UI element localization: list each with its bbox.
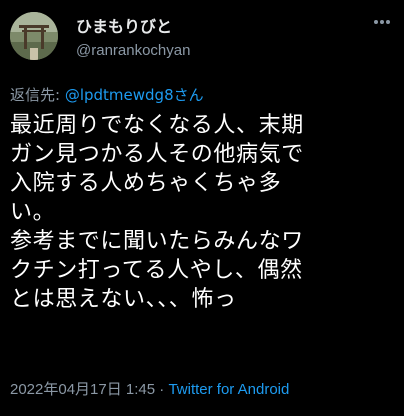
tweet-body: 最近周りでなくなる人、末期 ガン見つかる人その他病気で 入院する人めちゃくちゃ多… [10, 111, 402, 314]
more-options-button[interactable] [372, 12, 392, 32]
tweet-body-line: ガン見つかる人その他病気で [10, 142, 304, 167]
tweet-body-line: い。 [10, 200, 56, 225]
tweet-timestamp[interactable]: 2022年04月17日 1:45 [10, 381, 155, 398]
meta-separator: · [155, 381, 169, 398]
tweet-source-link[interactable]: Twitter for Android [168, 381, 289, 398]
tweet-body-line: 入院する人めちゃくちゃ多 [10, 171, 282, 196]
more-dots-icon [374, 20, 390, 24]
author-avatar[interactable] [10, 12, 58, 60]
reply-mention-link[interactable]: @lpdtmewdg8さん [65, 86, 204, 104]
author-name[interactable]: ひまもりびと [76, 13, 172, 37]
author-handle[interactable]: @ranrankochyan [76, 42, 190, 59]
tweet-body-line: 参考までに聞いたらみんなワ [10, 229, 304, 254]
tweet-meta: 2022年04月17日 1:45 · Twitter for Android [10, 378, 289, 399]
tweet-body-line: 最近周りでなくなる人、末期 [10, 113, 304, 138]
shrine-gate-avatar-icon [10, 12, 58, 60]
tweet-body-line: クチン打ってる人やし、偶然 [10, 258, 303, 283]
reply-context: 返信先: @lpdtmewdg8さん [10, 84, 204, 105]
reply-prefix: 返信先: [10, 86, 65, 104]
tweet-card: ひまもりびと @ranrankochyan 返信先: @lpdtmewdg8さん… [0, 0, 404, 416]
tweet-body-line: とは思えない、、、怖っ [10, 287, 237, 312]
